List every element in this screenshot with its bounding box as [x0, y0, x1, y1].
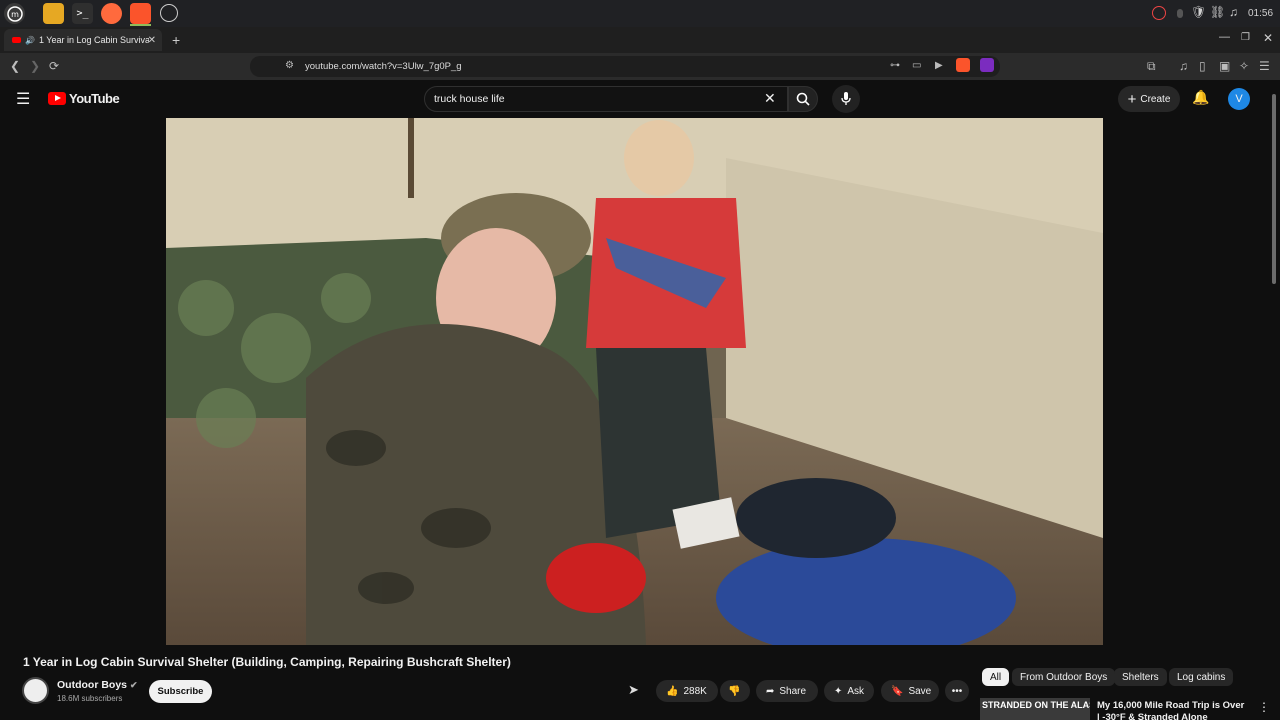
speaker-icon[interactable]: 🔊 — [25, 36, 35, 45]
network-icon[interactable]: ⛓ — [1210, 5, 1225, 19]
search-query: truck house life — [434, 93, 505, 105]
reload-icon[interactable]: ⟳ — [49, 59, 59, 73]
linux-mint-menu-icon[interactable]: m — [4, 3, 25, 24]
site-info-icon[interactable]: ⚙ — [285, 60, 294, 71]
subscribe-button[interactable]: Subscribe — [149, 680, 212, 703]
chrome-icon[interactable] — [160, 4, 178, 22]
youtube-logo-text: YouTube — [69, 91, 120, 106]
plus-icon: + — [1127, 90, 1137, 108]
browser-tab-strip: 🔊 1 Year in Log Cabin Survival Shelter ✕… — [0, 27, 1280, 53]
tray-dot-icon — [1177, 9, 1183, 18]
channel-name[interactable]: Outdoor Boys ✔ — [57, 679, 138, 691]
window-close-icon[interactable]: ✕ — [1263, 31, 1273, 45]
wallet-icon[interactable]: ▣ — [1219, 59, 1230, 73]
thumbs-up-icon: 👍 — [666, 685, 679, 697]
brave-rewards-icon[interactable] — [980, 58, 994, 72]
save-playlist-icon: 🔖 — [891, 685, 904, 697]
clock[interactable]: 01:56 — [1248, 8, 1273, 19]
maximize-icon[interactable]: ❐ — [1241, 32, 1250, 43]
ask-button[interactable]: ✦ Ask — [824, 680, 874, 702]
share-button[interactable]: ➦ Share — [756, 680, 818, 702]
cast-icon[interactable]: ▭ — [912, 60, 921, 71]
video-frame — [166, 118, 1103, 645]
like-count: 288K — [683, 685, 707, 697]
like-button[interactable]: 👍 288K — [656, 680, 718, 702]
video-title: 1 Year in Log Cabin Survival Shelter (Bu… — [23, 655, 511, 669]
firefox-icon[interactable] — [101, 3, 122, 24]
active-app-indicator — [130, 24, 151, 26]
recommended-title: My 16,000 Mile Road Trip is Over | -30°F… — [1097, 700, 1245, 720]
music-icon[interactable]: ♫ — [1229, 5, 1238, 19]
create-button[interactable]: + Create — [1118, 86, 1180, 112]
ask-label: Ask — [847, 685, 865, 697]
chip-shelters[interactable]: Shelters — [1114, 668, 1167, 686]
mouse-cursor-icon: ➤ — [628, 682, 639, 697]
menu-icon[interactable]: ☰ — [1259, 59, 1270, 73]
play-icon[interactable]: ▶ — [935, 60, 943, 71]
folder-icon[interactable] — [43, 3, 64, 24]
thumbs-down-icon: 👎 — [728, 685, 741, 697]
screenshot-icon[interactable]: ⧉ — [1147, 59, 1156, 74]
tab-active[interactable]: 🔊 1 Year in Log Cabin Survival Shelter ✕ — [4, 29, 162, 51]
youtube-play-icon — [48, 92, 66, 105]
avatar-letter: V — [1235, 93, 1243, 105]
save-button[interactable]: 🔖 Save — [881, 680, 939, 702]
sidebar-icon[interactable]: ▯ — [1199, 59, 1206, 73]
back-icon[interactable]: ❮ — [10, 59, 20, 73]
verified-check-icon: ✔ — [130, 679, 138, 690]
share-label: Share — [779, 685, 807, 697]
channel-name-text: Outdoor Boys — [57, 679, 127, 691]
chip-all[interactable]: All — [982, 668, 1010, 686]
shield-icon[interactable]: 🛡 — [1191, 5, 1206, 19]
create-label: Create — [1140, 93, 1171, 105]
page-scrollbar[interactable] — [1272, 94, 1276, 284]
dislike-button[interactable]: 👎 — [720, 680, 750, 702]
recommended-thumbnail: STRANDED ON THE ALASKA HIGHWAY — [980, 698, 1090, 720]
hamburger-menu-icon[interactable]: ☰ — [16, 89, 30, 109]
recommended-more-icon[interactable]: ⋮ — [1258, 700, 1270, 714]
voice-search-button[interactable] — [832, 85, 860, 113]
tab-title: 1 Year in Log Cabin Survival Shelter — [38, 35, 149, 45]
translate-icon[interactable]: ⊶ — [890, 60, 900, 71]
brave-shield-icon[interactable] — [956, 58, 970, 72]
os-taskbar: m >_ 🛡 ⛓ ♫ 01:56 — [0, 0, 1280, 27]
subscribe-label: Subscribe — [157, 686, 204, 697]
youtube-masthead: ☰ YouTube truck house life ✕ + Create 🔔 … — [0, 80, 1280, 118]
clear-search-icon[interactable]: ✕ — [764, 90, 776, 107]
subscriber-count: 18.6M subscribers — [57, 694, 123, 703]
youtube-favicon-icon — [12, 37, 21, 43]
video-player[interactable] — [166, 118, 1103, 645]
save-label: Save — [908, 685, 932, 697]
notifications-bell-icon[interactable]: 🔔 — [1192, 89, 1209, 106]
url-text: youtube.com/watch?v=3Ulw_7g0P_g — [305, 61, 462, 72]
search-button[interactable] — [788, 86, 818, 112]
chip-log-cabins[interactable]: Log cabins — [1169, 668, 1234, 686]
youtube-logo[interactable]: YouTube — [48, 91, 120, 106]
channel-avatar[interactable] — [22, 677, 49, 704]
media-icon[interactable]: ♫ — [1179, 59, 1188, 73]
more-actions-button[interactable]: ••• — [945, 680, 969, 702]
search-icon — [796, 92, 810, 106]
recommended-video-item[interactable]: STRANDED ON THE ALASKA HIGHWAY My 16,000… — [980, 698, 1272, 720]
svg-text:m: m — [11, 10, 19, 19]
brave-browser-icon[interactable] — [130, 3, 151, 24]
sparkle-icon: ✦ — [834, 685, 843, 697]
search-input[interactable]: truck house life ✕ — [424, 86, 788, 112]
avatar[interactable]: V — [1228, 88, 1250, 110]
address-bar[interactable]: ⚙ youtube.com/watch?v=3Ulw_7g0P_g ⊶ ▭ ▶ — [250, 56, 1000, 77]
new-tab-icon[interactable]: + — [172, 32, 180, 48]
tray-app-icon[interactable] — [1152, 6, 1166, 20]
tab-close-icon[interactable]: ✕ — [148, 35, 156, 46]
microphone-icon — [841, 92, 851, 105]
terminal-icon[interactable]: >_ — [72, 3, 93, 24]
minimize-icon[interactable]: — — [1219, 31, 1230, 43]
thumbnail-text: STRANDED ON THE ALASKA HIGHWAY — [982, 700, 1090, 710]
more-horizontal-icon: ••• — [951, 685, 963, 697]
forward-icon[interactable]: ❯ — [30, 59, 40, 73]
leo-ai-icon[interactable]: ✧ — [1239, 59, 1249, 73]
share-icon: ➦ — [766, 685, 775, 697]
browser-nav-bar: ❮ ❯ ⟳ 🔖 ⚙ youtube.com/watch?v=3Ulw_7g0P_… — [0, 53, 1280, 80]
chip-from-outdoor-boys[interactable]: From Outdoor Boys — [1012, 668, 1116, 686]
